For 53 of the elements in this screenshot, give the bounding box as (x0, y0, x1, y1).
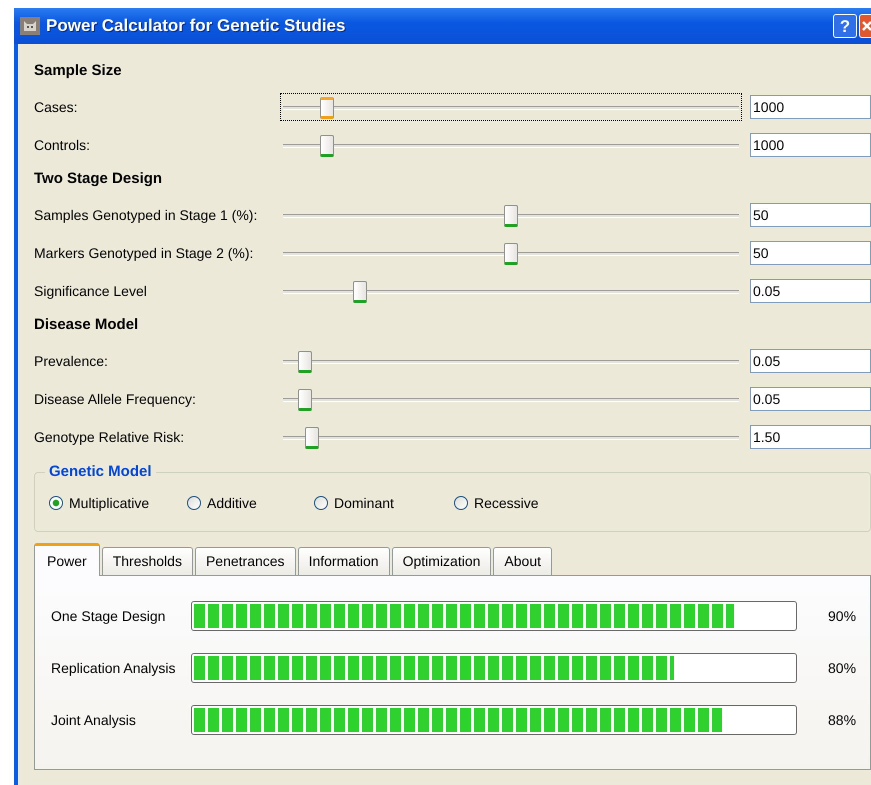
cat-icon (20, 17, 40, 35)
slider-thumb[interactable] (504, 243, 518, 265)
radio-button[interactable] (187, 496, 201, 510)
radio-label[interactable]: Multiplicative (69, 492, 150, 514)
slider-thumb[interactable] (305, 427, 320, 449)
field-label: Samples Genotyped in Stage 1 (%): (34, 206, 258, 225)
input-field[interactable]: 0.05 (750, 349, 871, 373)
slider-thumb[interactable] (298, 389, 312, 411)
slider[interactable] (280, 93, 742, 121)
power-reading: 90% (828, 606, 856, 626)
radio-label[interactable]: Dominant (334, 492, 394, 514)
input-field[interactable]: 50 (750, 241, 871, 265)
input-field[interactable]: 0.05 (750, 387, 871, 411)
power-label: Joint Analysis (51, 710, 137, 730)
slider-thumb[interactable] (320, 135, 334, 157)
radio-button[interactable] (314, 496, 328, 510)
input-field[interactable]: 1000 (750, 95, 871, 119)
section-heading: Disease Model (34, 314, 138, 334)
power-reading: 88% (828, 710, 856, 730)
tab[interactable]: Thresholds (102, 547, 193, 575)
slider-thumb[interactable] (298, 351, 312, 373)
field-label: Genotype Relative Risk: (34, 428, 186, 447)
tab[interactable]: Power (34, 543, 100, 576)
radio-button[interactable] (454, 496, 468, 510)
close-button[interactable] (859, 14, 871, 38)
tab[interactable]: Penetrances (194, 547, 296, 575)
section-heading: Two Stage Design (34, 168, 162, 188)
field-label: Prevalence: (34, 352, 109, 370)
radio-label[interactable]: Recessive (474, 492, 539, 514)
radio-label[interactable]: Additive (207, 492, 257, 514)
input-field[interactable]: 1000 (750, 133, 871, 157)
slider-thumb[interactable] (504, 205, 518, 227)
input-field[interactable]: 1.50 (750, 425, 871, 449)
field-label: Cases: (34, 98, 79, 116)
window-title: Power Calculator for Genetic Studies (46, 15, 346, 38)
radio-button[interactable] (49, 496, 63, 510)
help-button[interactable]: ? (833, 14, 857, 38)
power-label: One Stage Design (51, 606, 166, 626)
field-label: Markers Genotyped in Stage 2 (%): (34, 244, 254, 263)
field-label: Significance Level (34, 282, 148, 301)
close-icon (861, 20, 871, 32)
slider-thumb[interactable] (320, 97, 334, 119)
field-label: Disease Allele Frequency: (34, 390, 197, 409)
slider-thumb[interactable] (353, 281, 368, 303)
input-field[interactable]: 0.05 (750, 279, 871, 303)
tab[interactable]: Information (298, 547, 390, 575)
power-reading: 80% (828, 658, 856, 678)
tab[interactable]: About (493, 547, 552, 575)
input-field[interactable]: 50 (750, 203, 871, 227)
power-label: Replication Analysis (51, 658, 177, 678)
section-heading: Sample Size (34, 60, 122, 80)
tab[interactable]: Optimization (392, 547, 492, 575)
field-label: Controls: (34, 136, 92, 154)
